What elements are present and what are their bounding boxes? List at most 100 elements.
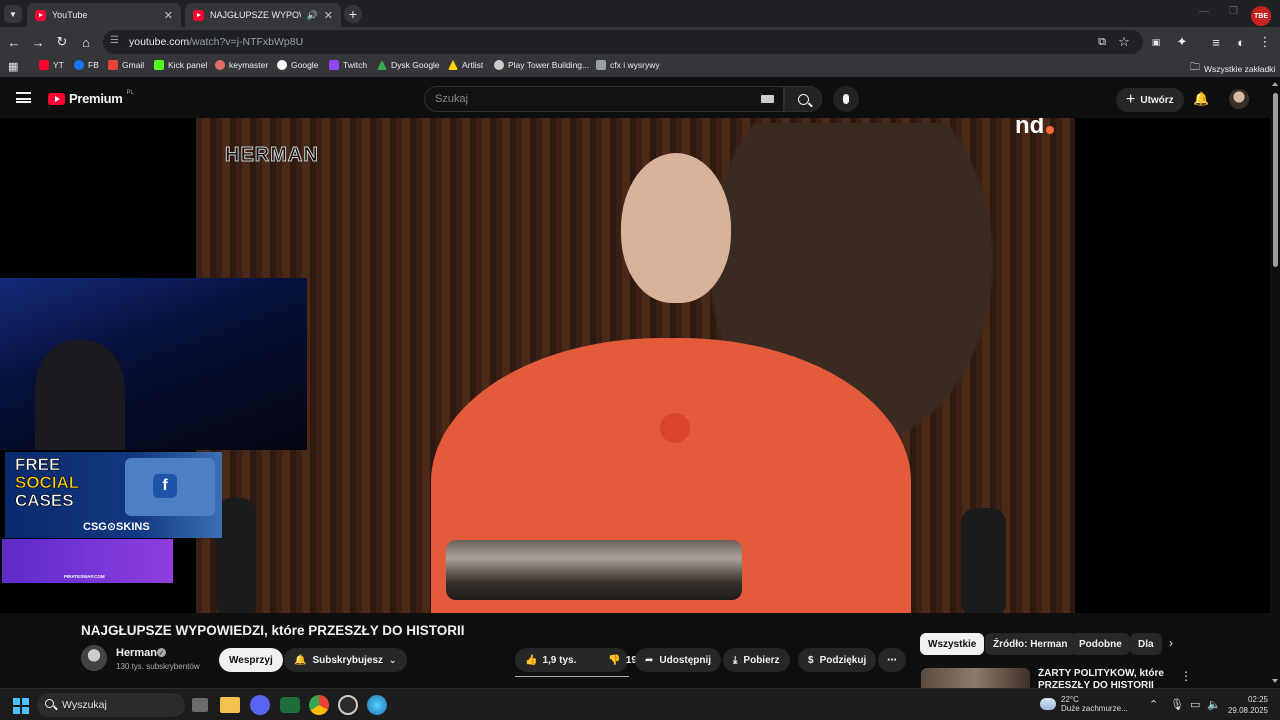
close-tab-icon[interactable]: ✕ [324,9,333,22]
bookmarks-bar: ▦ YT FB Gmail Kick panel keymaster Googl… [0,57,1280,77]
windows-taskbar: Wyszukaj 22°C Duże zachmurze... ⌃ 🎙 ▭ 🔈 … [0,688,1280,720]
network-icon[interactable]: ▭ [1190,698,1200,711]
bookmark-label: keymaster [229,60,269,70]
bookmark-cfx[interactable]: cfx i wysrywy [596,60,660,70]
thumbs-down-icon: 👎 [608,654,621,666]
audio-playing-icon[interactable]: 🔊 [307,10,318,21]
discord-icon[interactable] [250,695,270,715]
app-globe-icon[interactable] [367,695,387,715]
system-clock[interactable]: 02:25 29.08.2025 [1226,694,1268,716]
bookmark-google[interactable]: Google [277,60,318,70]
more-actions-button[interactable]: ⋯ [878,648,906,672]
like-button[interactable]: 👍 1,9 tys. [515,648,586,672]
tab-search-button[interactable]: ▼ [4,5,22,23]
scroll-down-icon[interactable] [1272,679,1278,683]
bookmark-keymaster[interactable]: keymaster [215,60,268,70]
chip-from-channel[interactable]: Źródło: Herman [985,633,1076,655]
tab-current-video[interactable]: NAJGŁUPSZE WYPOWIEDZI 🔊 ✕ [185,3,341,27]
address-bar[interactable]: youtube.com/watch?v=j-NTFxbWp8U [103,30,1143,54]
search-input[interactable]: Szukaj [424,86,784,112]
voice-search-button[interactable] [833,86,859,112]
install-app-icon[interactable]: ⧉ [1094,34,1110,50]
site-info-icon[interactable]: ☰ [110,35,122,47]
media-controls-icon[interactable]: ≡ [1208,34,1224,50]
subscribed-button[interactable]: 🔔 Subskrybujesz ⌄ [284,648,407,672]
extensions-puzzle-icon[interactable]: ✦ [1174,34,1190,50]
bookmark-label: YT [53,60,64,70]
plus-icon: + [1126,91,1136,108]
bookmark-play-tower[interactable]: Play Tower Building... [494,60,589,70]
bookmark-google-drive[interactable]: Dysk Google [377,60,440,70]
chip-related[interactable]: Podobne [1071,633,1130,655]
back-icon[interactable]: ← [6,34,22,50]
button-label: Udostępnij [659,654,712,666]
bookmark-kick-panel[interactable]: Kick panel [154,60,207,70]
bookmark-yt[interactable]: YT [39,60,64,70]
channel-name[interactable]: Herman [116,647,157,659]
close-tab-icon[interactable]: ✕ [164,9,173,22]
new-tab-button[interactable]: + [344,5,362,23]
support-button[interactable]: Wesprzyj [219,648,283,672]
bookmark-label: Twitch [343,60,368,70]
excel-icon[interactable] [280,697,300,713]
create-button[interactable]: + Utwórz [1116,88,1184,112]
windows-start-icon[interactable] [13,698,29,714]
youtube-premium-logo[interactable]: Premium PL [48,90,134,106]
search-button[interactable] [784,86,822,112]
all-bookmarks[interactable]: 🗀 Wszystkie zakładki [1190,60,1275,77]
bookmark-artlist[interactable]: Artlist [448,60,483,70]
taskbar-search-input[interactable]: Wyszukaj [37,693,185,717]
bookmark-fb[interactable]: FB [74,60,99,70]
pirateswap-ad: PIRATESWAP.COM [2,539,173,583]
chrome-icon[interactable] [309,695,329,715]
notifications-bell-icon[interactable]: 🔔 [1193,91,1209,107]
bookmark-gmail[interactable]: Gmail [108,60,144,70]
tray-chevron-up-icon[interactable]: ⌃ [1149,698,1158,711]
menu-kebab-icon[interactable]: ⋮ [1257,34,1273,50]
yt-icon [39,60,49,70]
minimize-window-icon[interactable]: — [1199,6,1209,17]
guide-menu-icon[interactable] [16,92,31,103]
account-avatar[interactable] [1229,89,1249,109]
channel-watermark: HERMAN [225,144,319,167]
page-scrollbar[interactable] [1270,77,1280,688]
chip-all[interactable]: Wszystkie [920,633,985,655]
restore-window-icon[interactable]: ❐ [1229,6,1238,17]
scrollbar-thumb[interactable] [1273,93,1278,267]
obs-icon[interactable] [338,695,358,715]
share-button[interactable]: ➦ Udostępnij [635,648,722,672]
bookmark-twitch[interactable]: Twitch [329,60,367,70]
thanks-button[interactable]: $ Podziękuj [798,648,877,672]
thumbs-up-icon: 👍 [525,654,538,666]
bookmark-star-icon[interactable]: ☆ [1116,34,1132,50]
recommendation-title[interactable]: ŻARTY POLITYKÓW, które PRZESZŁY DO HISTO… [1038,668,1168,688]
channel-avatar[interactable] [81,645,107,671]
file-explorer-icon[interactable] [220,697,240,713]
recommendation-thumbnail[interactable] [921,668,1030,688]
reload-icon[interactable]: ↻ [54,34,70,50]
recommendation-menu-icon[interactable]: ⋮ [1180,669,1192,683]
extension-icon[interactable]: ▣ [1148,34,1164,50]
ad-headline: FREE SOCIAL CASES [15,455,80,510]
apps-grid-icon[interactable]: ▦ [8,60,18,73]
microphone-tray-icon[interactable]: 🎙 [1170,698,1184,711]
profile-badge[interactable]: TBE [1251,6,1271,26]
tab-label: NAJGŁUPSZE WYPOWIEDZI [210,10,301,20]
forward-icon[interactable]: → [30,34,46,50]
volume-icon[interactable]: 🔈 [1207,698,1221,711]
download-button[interactable]: ⤓ Pobierz [723,648,790,672]
scroll-up-icon[interactable] [1272,82,1278,86]
video-frame[interactable]: HERMAN nd [196,118,1075,613]
keyboard-icon[interactable] [761,95,774,103]
bookmark-label: Play Tower Building... [508,60,590,70]
video-player[interactable]: HERMAN nd FREE SOCIAL CASES f CSG⊙SKINS … [0,118,1270,613]
profile-avatar-icon[interactable]: ◐ [1233,34,1249,50]
weather-widget[interactable]: 22°C Duże zachmurze... [1040,695,1128,713]
tab-youtube[interactable]: YouTube ✕ [27,3,181,27]
chevron-right-icon[interactable]: › [1169,636,1173,650]
search-label: Wyszukaj [62,699,107,711]
chip-for-you[interactable]: Dla [1130,633,1162,655]
home-icon[interactable]: ⌂ [78,34,94,50]
video-info: NAJGŁUPSZE WYPOWIEDZI, które PRZESZŁY DO… [0,613,1270,688]
task-view-icon[interactable] [192,698,208,712]
